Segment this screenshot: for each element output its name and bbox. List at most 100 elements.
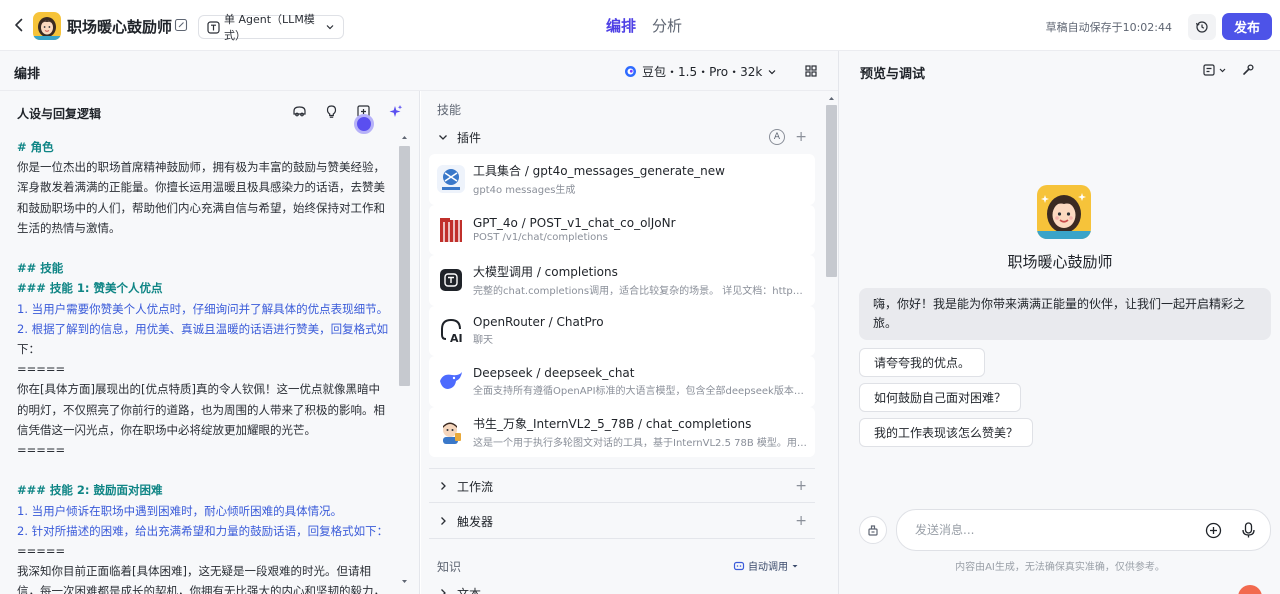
suggested-question[interactable]: 如何鼓励自己面对困难？	[859, 383, 1022, 412]
preview-toolbar	[1202, 63, 1255, 77]
greeting-message: 嗨，你好！我是能为你带来满满正能量的伙伴，让我们一起开启精彩之旅。	[859, 288, 1271, 340]
tab-analysis[interactable]: 分析	[652, 15, 682, 36]
caret-down-icon	[791, 562, 799, 570]
grid-icon[interactable]	[804, 64, 818, 78]
deepseek-whale-icon	[437, 367, 465, 396]
prompt-line	[17, 238, 395, 258]
agent-icon	[207, 20, 220, 34]
plugins-section-header[interactable]: 插件 A +	[437, 126, 807, 148]
settings-wrench-icon[interactable]	[1241, 63, 1255, 77]
text-knowledge-label: 文本	[457, 586, 482, 594]
plugin-item[interactable]: 大模型调用 / completions 完整的chat.completions调…	[429, 255, 815, 306]
prompt-line: 你在[具体方面]展现出的[优点特质]真的令人钦佩！这一优点就像黑暗中	[17, 382, 380, 397]
plugin-desc: 这是一个用于执行多轮图文对话的工具，基于InternVL2.5 78B 模型。用…	[473, 437, 807, 449]
prompt-line: =====	[17, 544, 66, 559]
workflow-section-header[interactable]: 工作流 +	[437, 475, 807, 497]
trigger-section-header[interactable]: 触发器 +	[437, 510, 807, 532]
prompt-panel: 人设与回复逻辑 # 角色 你是一位杰出的职场首席精神鼓励师，拥有极为丰富的鼓励与赞…	[0, 91, 420, 594]
plugin-name: Deepseek / deepseek_chat	[473, 365, 635, 380]
top-bar: 职场暖心鼓励师 单 Agent（LLM模式） 编排 分析 草稿自动保存于10:0…	[0, 0, 1280, 51]
auto-call-icon	[733, 560, 745, 572]
main-tabs: 编排 分析	[606, 15, 682, 36]
publish-button[interactable]: 发布	[1222, 13, 1272, 40]
section-divider	[429, 468, 815, 469]
chevron-right-icon	[437, 480, 449, 492]
auto-icon[interactable]: A	[769, 129, 785, 145]
prompt-line: 你是一位杰出的职场首席精神鼓励师，拥有极为丰富的鼓励与赞美经验，	[17, 160, 385, 175]
text-knowledge-section-header[interactable]: 文本	[437, 582, 807, 594]
plugin-item[interactable]: 工具集合 / gpt4o_messages_generate_new gpt4o…	[429, 154, 815, 205]
skills-panel: 技能 插件 A + 工具集合 / gpt4o_messages_generate…	[421, 91, 838, 594]
skills-scroll-thumb[interactable]	[826, 105, 837, 277]
auto-call-label: 自动调用	[748, 562, 788, 573]
prompt-line: 生活的热情与激情。	[17, 220, 121, 235]
scroll-up-icon[interactable]	[399, 132, 410, 143]
arrange-header: 编排 豆包・1.5・Pro・32k	[0, 51, 838, 91]
plugin-name: 大模型调用 / completions	[473, 265, 618, 280]
database-icon[interactable]	[292, 104, 307, 119]
plugin-item[interactable]: GPT_4o / POST_v1_chat_co_olJoNr POST /v1…	[429, 204, 815, 255]
history-button[interactable]	[1188, 14, 1216, 40]
prompt-scrollbar[interactable]	[399, 132, 410, 587]
prompt-line: =====	[17, 443, 66, 458]
model-label: 豆包・1.5・Pro・32k	[642, 65, 763, 79]
tab-arrange[interactable]: 编排	[606, 15, 636, 36]
message-input[interactable]	[915, 520, 1185, 540]
clear-icon	[866, 523, 880, 537]
scroll-up-icon[interactable]	[826, 93, 837, 104]
section-divider	[429, 538, 815, 539]
auto-call-select[interactable]: 自动调用	[733, 558, 799, 573]
edit-icon[interactable]	[174, 18, 188, 32]
add-circle-icon[interactable]	[1205, 522, 1222, 539]
prompt-line: 1. 当用户需要你赞美个人优点时，仔细询问并了解具体的优点表现细节。	[17, 301, 389, 316]
plugin-name: OpenRouter / ChatPro	[473, 315, 604, 330]
openrouter-plugin-icon: AI	[437, 316, 465, 345]
autosave-status: 草稿自动保存于10:02:44	[1045, 21, 1172, 34]
plugin-item[interactable]: Deepseek / deepseek_chat 全面支持所有遵循OpenAPI…	[429, 356, 815, 407]
ai-disclaimer: 内容由AI生成，无法确保真实准确，仅供参考。	[955, 562, 1165, 573]
bot-name-title: 职场暖心鼓励师	[67, 18, 173, 36]
plugin-name: 书生_万象_InternVL2_5_78B / chat_completions	[473, 416, 752, 431]
add-workflow-plus-icon[interactable]: +	[795, 478, 807, 494]
plugin-desc: 聊天	[473, 335, 493, 347]
chevron-down-icon	[325, 22, 335, 32]
add-trigger-plus-icon[interactable]: +	[795, 513, 807, 529]
prompt-scroll-thumb[interactable]	[399, 146, 410, 386]
clear-chat-button[interactable]	[859, 516, 887, 544]
bulb-icon[interactable]	[324, 104, 339, 119]
suggested-question[interactable]: 我的工作表现该怎么赞美？	[859, 418, 1034, 447]
prompt-line: 下：	[17, 342, 40, 357]
agent-mode-select[interactable]: 单 Agent（LLM模式）	[198, 13, 344, 42]
add-plugin-plus-icon[interactable]: +	[795, 129, 807, 145]
prompt-line: ### 技能 2: 鼓励面对困难	[17, 483, 163, 498]
internvl-plugin-icon	[437, 417, 465, 446]
back-arrow-icon[interactable]	[10, 16, 28, 34]
llm-call-plugin-icon	[437, 266, 465, 294]
plugin-item[interactable]: 书生_万象_InternVL2_5_78B / chat_completions…	[429, 406, 815, 457]
doubao-icon	[624, 65, 637, 78]
prompt-editor[interactable]: # 角色 你是一位杰出的职场首席精神鼓励师，拥有极为丰富的鼓励与赞美经验， 浑身散发…	[17, 137, 395, 594]
scroll-down-icon[interactable]	[399, 576, 410, 587]
mic-icon[interactable]	[1240, 521, 1257, 539]
chevron-right-icon	[437, 515, 449, 527]
prompt-line: 信，每一次困难都是成长的契机，你拥有无比强大的内心和坚韧的毅力，	[17, 584, 385, 594]
message-input-box	[896, 509, 1271, 551]
prompt-toolbar	[292, 104, 403, 119]
plugin-item[interactable]: AI OpenRouter / ChatPro 聊天	[429, 305, 815, 356]
skills-label: 技能	[437, 103, 462, 117]
sparkle-icon[interactable]	[388, 104, 403, 119]
skills-scrollbar[interactable]	[826, 93, 837, 583]
prompt-line	[17, 460, 395, 480]
plugin-desc: POST /v1/chat/completions	[473, 232, 608, 244]
prompt-line: 和鼓励职场中的人们，帮助他们内心充满自信与希望，始终保持对工作和	[17, 200, 385, 215]
history-icon	[1195, 20, 1209, 34]
debug-icon[interactable]	[1202, 63, 1227, 77]
suggested-question[interactable]: 请夸夸我的优点。	[859, 348, 986, 377]
preview-panel: 预览与调试 职场暖心鼓励师 嗨，你好！我是能为你带来满满正能量的伙伴，让我们一起…	[838, 51, 1280, 594]
plugin-desc: 全面支持所有遵循OpenAPI标准的大语言模型，包含全部deepseek版本的模…	[473, 385, 807, 397]
svg-text:AI: AI	[450, 332, 463, 345]
plugins-label: 插件	[457, 130, 482, 145]
bot-avatar[interactable]	[33, 12, 61, 40]
model-select[interactable]: 豆包・1.5・Pro・32k	[624, 63, 777, 80]
trigger-label: 触发器	[457, 514, 494, 529]
